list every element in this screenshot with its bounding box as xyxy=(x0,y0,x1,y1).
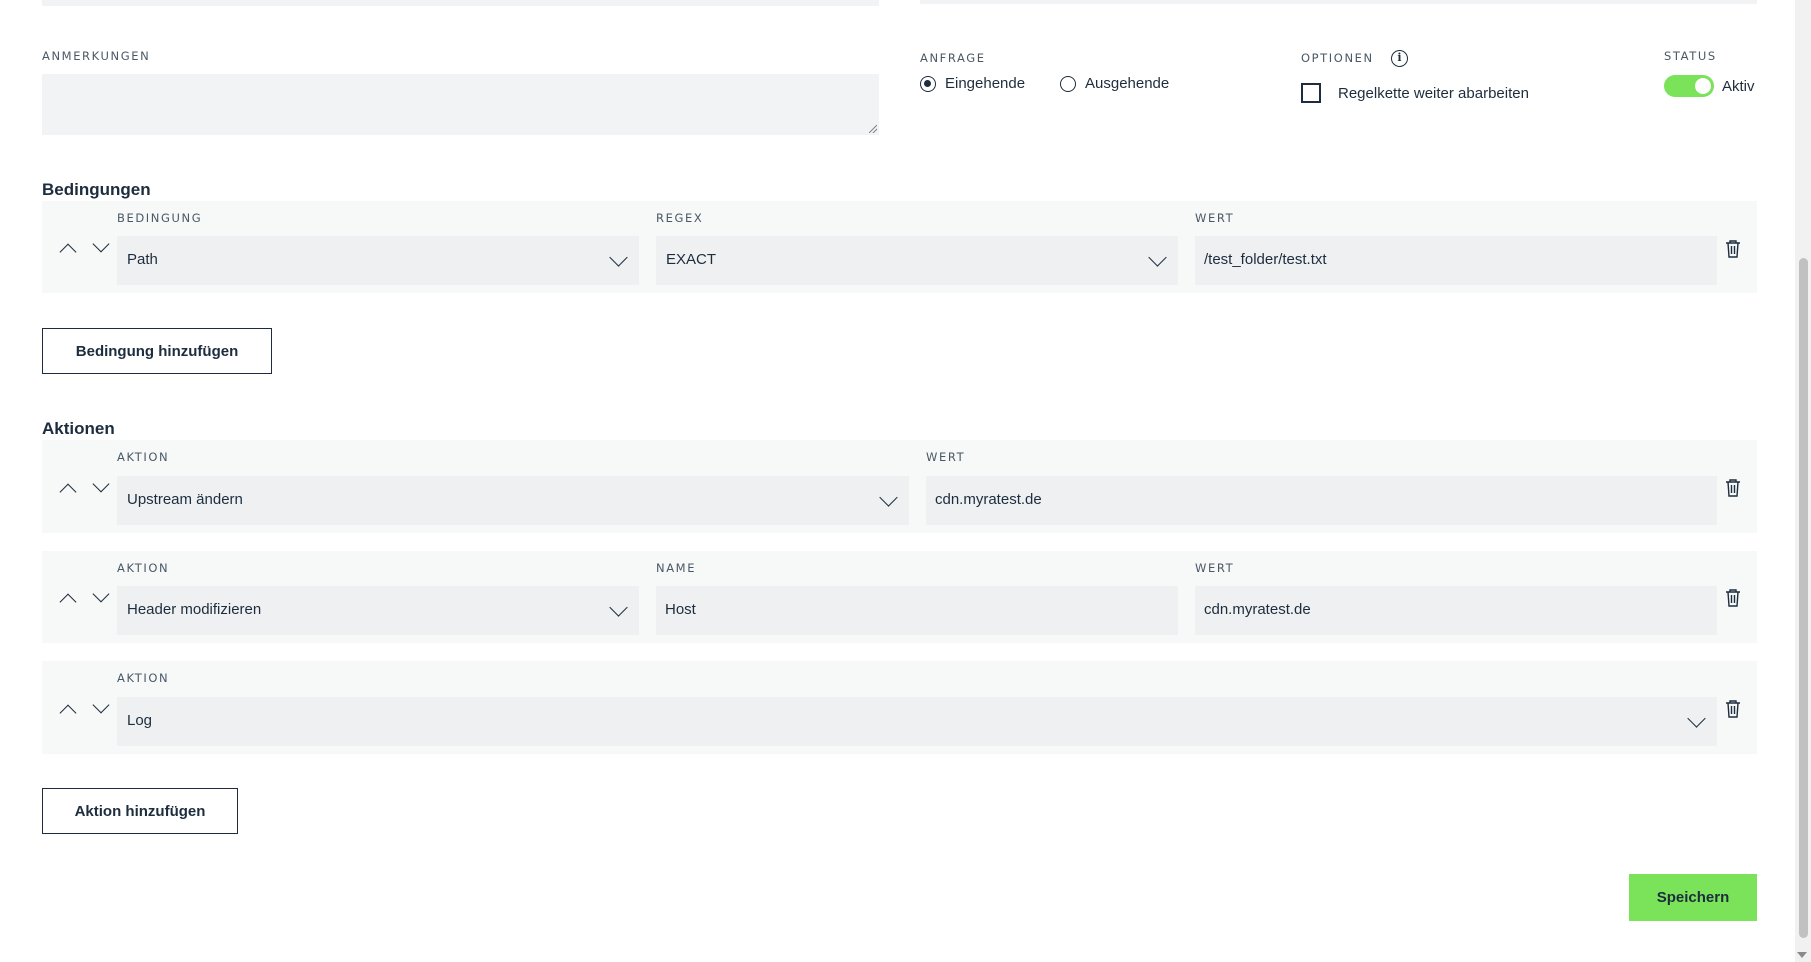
conditions-title: Bedingungen xyxy=(42,180,151,199)
action-select-value: Log xyxy=(127,712,153,729)
action-select-value: Upstream ändern xyxy=(127,491,243,508)
radio-outgoing-label: Ausgehende xyxy=(1085,75,1170,92)
status-value: Aktiv xyxy=(1722,78,1755,95)
add-condition-button[interactable]: Bedingung hinzufügen xyxy=(42,328,272,374)
notes-label: ANMERKUNGEN xyxy=(42,49,151,63)
move-down-icon[interactable] xyxy=(92,235,110,253)
resize-grip-icon[interactable] xyxy=(869,125,877,133)
move-up-icon[interactable] xyxy=(59,704,77,722)
action-row: AKTION Upstream ändern WERT cdn.myratest… xyxy=(42,440,1757,533)
request-label: ANFRAGE xyxy=(920,51,986,65)
value-header: WERT xyxy=(1195,561,1235,575)
notes-textarea[interactable] xyxy=(42,74,879,135)
move-up-icon[interactable] xyxy=(59,243,77,261)
action-select[interactable]: Upstream ändern xyxy=(117,476,909,525)
regex-select-value: EXACT xyxy=(666,251,717,268)
condition-header: BEDINGUNG xyxy=(117,211,203,225)
move-down-icon[interactable] xyxy=(92,475,110,493)
move-up-icon[interactable] xyxy=(59,593,77,611)
action-select-value: Header modifizieren xyxy=(127,601,262,618)
action-select[interactable]: Log xyxy=(117,697,1717,746)
action-value-text: cdn.myratest.de xyxy=(935,491,1042,508)
chevron-down-icon xyxy=(609,598,628,617)
action-value-input[interactable]: cdn.myratest.de xyxy=(926,476,1717,525)
clipped-field-left[interactable] xyxy=(42,0,879,6)
chevron-down-icon xyxy=(609,248,628,267)
trash-icon[interactable] xyxy=(1724,699,1742,719)
add-action-button[interactable]: Aktion hinzufügen xyxy=(42,788,238,834)
status-toggle[interactable] xyxy=(1664,75,1714,97)
scrollbar-thumb[interactable] xyxy=(1799,258,1808,938)
regex-header: REGEX xyxy=(656,211,704,225)
header-name-input[interactable]: Host xyxy=(656,586,1178,635)
save-button[interactable]: Speichern xyxy=(1629,874,1757,921)
scroll-down-arrow-icon[interactable] xyxy=(1797,952,1807,958)
value-header: WERT xyxy=(1195,211,1235,225)
status-label: STATUS xyxy=(1664,49,1717,63)
radio-outgoing[interactable] xyxy=(1060,76,1076,92)
clipped-field-right[interactable] xyxy=(920,0,1757,4)
condition-value-text: /test_folder/test.txt xyxy=(1204,251,1327,268)
move-down-icon[interactable] xyxy=(92,696,110,714)
chevron-down-icon xyxy=(879,488,898,507)
chevron-down-icon xyxy=(1148,248,1167,267)
condition-select[interactable]: Path xyxy=(117,236,639,285)
options-label: OPTIONEN xyxy=(1301,51,1374,65)
move-down-icon[interactable] xyxy=(92,585,110,603)
name-header: NAME xyxy=(656,561,697,575)
condition-value-input[interactable]: /test_folder/test.txt xyxy=(1195,236,1717,285)
continue-chain-checkbox[interactable] xyxy=(1301,83,1321,103)
action-header: AKTION xyxy=(117,671,170,685)
value-header: WERT xyxy=(926,450,966,464)
action-select[interactable]: Header modifizieren xyxy=(117,586,639,635)
chevron-down-icon xyxy=(1687,709,1706,728)
action-row: AKTION Log xyxy=(42,661,1757,754)
action-header: AKTION xyxy=(117,450,170,464)
continue-chain-label: Regelkette weiter abarbeiten xyxy=(1338,85,1529,102)
info-icon[interactable]: i xyxy=(1391,50,1408,67)
trash-icon[interactable] xyxy=(1724,239,1742,259)
trash-icon[interactable] xyxy=(1724,588,1742,608)
radio-incoming-label: Eingehende xyxy=(945,75,1026,92)
header-value-text: cdn.myratest.de xyxy=(1204,601,1311,618)
actions-title: Aktionen xyxy=(42,419,115,438)
header-name-text: Host xyxy=(665,601,696,618)
action-row: AKTION Header modifizieren NAME Host WER… xyxy=(42,551,1757,643)
condition-select-value: Path xyxy=(127,251,158,268)
move-up-icon[interactable] xyxy=(59,483,77,501)
condition-row: BEDINGUNG Path REGEX EXACT WERT /test_fo… xyxy=(42,201,1757,293)
action-header: AKTION xyxy=(117,561,170,575)
header-value-input[interactable]: cdn.myratest.de xyxy=(1195,586,1717,635)
radio-incoming[interactable] xyxy=(920,76,936,92)
trash-icon[interactable] xyxy=(1724,478,1742,498)
regex-select[interactable]: EXACT xyxy=(656,236,1178,285)
